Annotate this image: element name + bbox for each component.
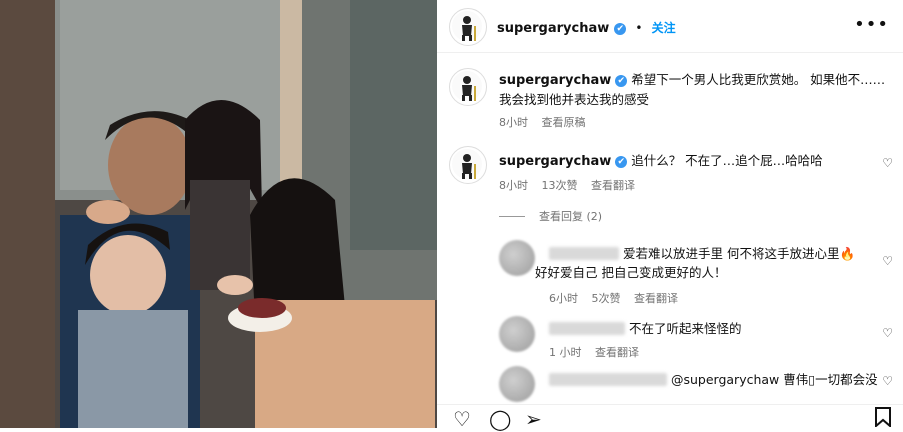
reply-body: @supergarychaw 曹伟▯一切都会没 — [670, 372, 878, 387]
view-replies-label: 查看回复 (2) — [539, 210, 603, 223]
reply-like-heart-icon[interactable]: ♡ — [882, 374, 893, 388]
view-replies-link[interactable]: 查看回复 (2) — [499, 208, 602, 224]
heart-icon[interactable]: ♡ — [453, 407, 471, 431]
caption-block: supergarychaw ✔ 希望下一个男人比我更欣赏她。 如果他不…… 我会… — [437, 62, 903, 138]
post-side-panel: supergarychaw ✔ • 关注 ••• supergarychaw ✔… — [437, 0, 903, 432]
reply-line1: 爱若难以放进手里 何不将这手放进心里🔥 — [622, 246, 856, 261]
post-photo[interactable] — [0, 0, 437, 428]
caption-time[interactable]: 8小时 — [499, 116, 528, 129]
post-actions-bar: ♡ ◯ ➢ — [437, 404, 903, 432]
comment-body: 追什么？ 不在了…追个屁…哈哈哈 — [631, 153, 823, 168]
see-translation-link[interactable]: 查看翻译 — [634, 292, 678, 305]
more-options-icon[interactable]: ••• — [854, 14, 889, 35]
replies-divider — [499, 216, 525, 217]
reply-meta: 1 小时 查看翻译 — [549, 344, 649, 360]
caption-meta: 8小时 查看原稿 — [499, 114, 596, 130]
comment-avatar[interactable] — [449, 146, 487, 184]
verified-badge-icon: ✔ — [614, 23, 627, 35]
reply-avatar[interactable] — [499, 316, 535, 352]
reply-item: 不在了听起来怪怪的 1 小时 查看翻译 ♡ — [437, 316, 903, 364]
comment-item: supergarychaw ✔ 追什么？ 不在了…追个屁…哈哈哈 8小时 13次… — [437, 146, 903, 202]
reply-text: @supergarychaw 曹伟▯一切都会没 — [549, 370, 878, 389]
reply-time[interactable]: 1 小时 — [549, 346, 582, 359]
see-translation-link[interactable]: 查看翻译 — [595, 346, 639, 359]
reply-text: 爱若难以放进手里 何不将这手放进心里🔥 好好爱自己 把自己变成更好的人！ — [535, 244, 899, 282]
family-photo-illustration — [0, 0, 437, 428]
follow-button[interactable]: 关注 — [652, 21, 676, 35]
reply-item: 爱若难以放进手里 何不将这手放进心里🔥 好好爱自己 把自己变成更好的人！ 6小时… — [437, 238, 903, 308]
separator: • — [635, 21, 643, 35]
reply-avatar[interactable] — [499, 366, 535, 402]
comment-like-heart-icon[interactable]: ♡ — [882, 156, 893, 170]
user-silhouette-icon — [462, 76, 476, 101]
caption-line1: 希望下一个男人比我更欣赏她。 如果他不…… — [631, 72, 886, 87]
view-original-link[interactable]: 查看原稿 — [542, 116, 586, 129]
comment-meta: 8小时 13次赞 查看翻译 — [499, 177, 645, 193]
comment-likes[interactable]: 13次赞 — [542, 179, 578, 192]
caption-line2: 我会找到他并表达我的感受 — [499, 92, 650, 107]
comment-text: supergarychaw ✔ 追什么？ 不在了…追个屁…哈哈哈 — [499, 151, 823, 171]
reply-meta: 6小时 5次赞 查看翻译 — [549, 290, 688, 306]
reply-avatar[interactable] — [499, 240, 535, 276]
comment-time[interactable]: 8小时 — [499, 179, 528, 192]
verified-badge-icon: ✔ — [615, 156, 628, 168]
reply-item: @supergarychaw 曹伟▯一切都会没 ♡ — [437, 366, 903, 402]
reply-like-heart-icon[interactable]: ♡ — [882, 254, 893, 268]
reply-time[interactable]: 6小时 — [549, 292, 578, 305]
see-translation-link[interactable]: 查看翻译 — [591, 179, 635, 192]
comment-icon[interactable]: ◯ — [489, 407, 511, 431]
user-silhouette-icon — [462, 154, 476, 179]
header-username[interactable]: supergarychaw — [497, 21, 609, 36]
bookmark-icon[interactable] — [875, 407, 891, 432]
share-icon[interactable]: ➢ — [525, 407, 542, 431]
caption-avatar[interactable] — [449, 68, 487, 106]
reply-text: 不在了听起来怪怪的 — [549, 319, 742, 338]
verified-badge-icon: ✔ — [615, 75, 628, 87]
blurred-username[interactable] — [549, 322, 625, 335]
reply-likes[interactable]: 5次赞 — [592, 292, 621, 305]
reply-like-heart-icon[interactable]: ♡ — [882, 326, 893, 340]
blurred-username[interactable] — [549, 373, 667, 386]
caption-text: supergarychaw ✔ 希望下一个男人比我更欣赏她。 如果他不…… 我会… — [499, 70, 894, 109]
header-user-row: supergarychaw ✔ • 关注 — [497, 17, 676, 36]
caption-username[interactable]: supergarychaw — [499, 73, 611, 88]
blurred-username[interactable] — [549, 247, 619, 260]
instagram-post-view: supergarychaw ✔ • 关注 ••• supergarychaw ✔… — [0, 0, 903, 432]
post-header: supergarychaw ✔ • 关注 ••• — [437, 0, 903, 53]
avatar[interactable] — [449, 8, 487, 46]
reply-body: 不在了听起来怪怪的 — [628, 321, 742, 336]
reply-line2: 好好爱自己 把自己变成更好的人！ — [535, 265, 727, 280]
user-silhouette-icon — [462, 16, 476, 41]
comment-username[interactable]: supergarychaw — [499, 154, 611, 169]
